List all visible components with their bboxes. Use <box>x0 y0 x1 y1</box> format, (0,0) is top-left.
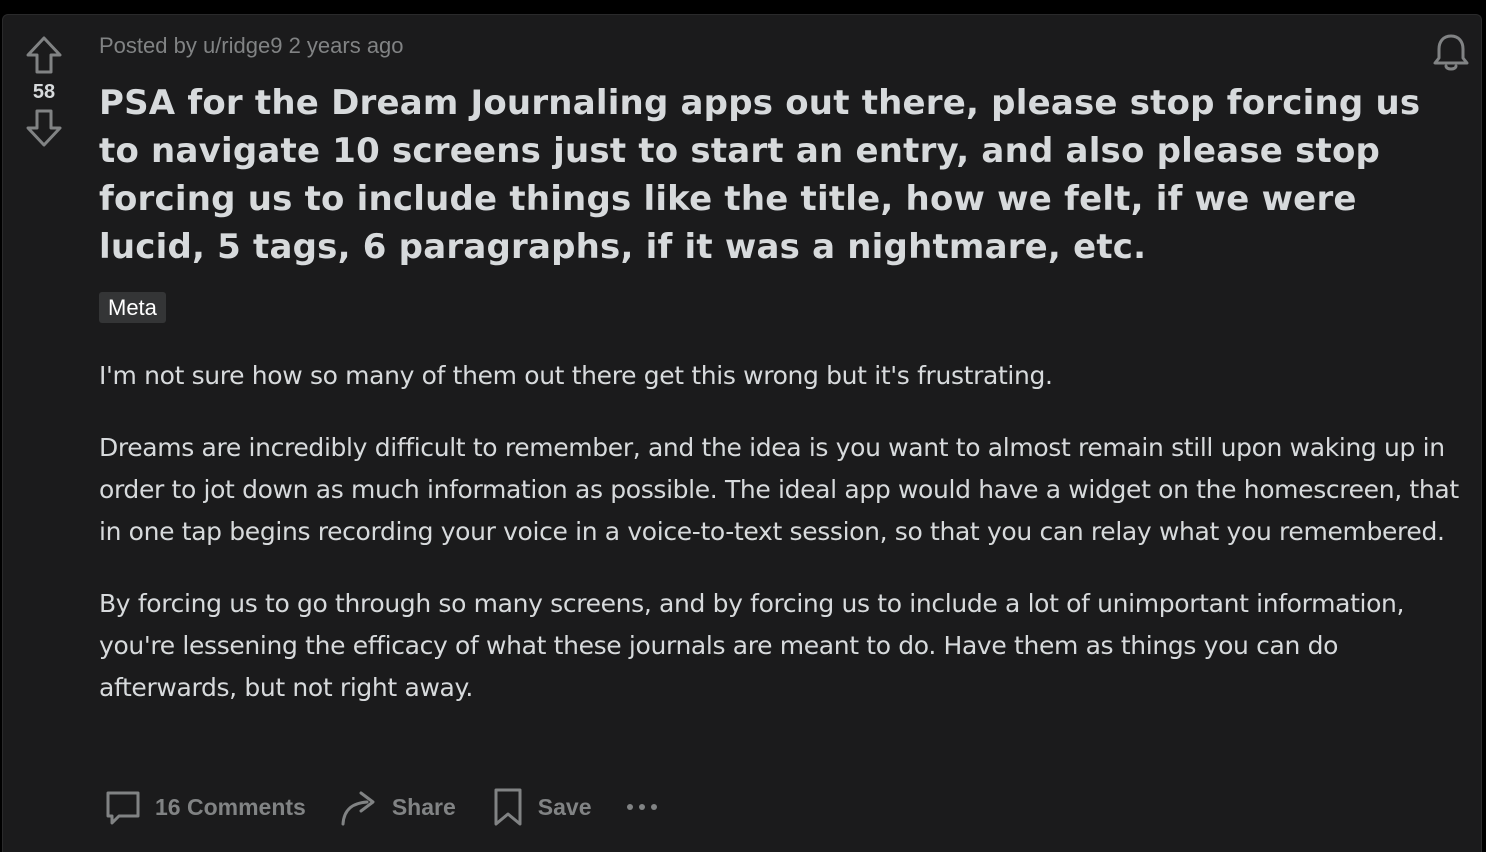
arrow-up-icon <box>26 36 62 74</box>
bookmark-icon <box>494 788 522 826</box>
body-paragraph: I'm not sure how so many of them out the… <box>99 361 1053 390</box>
ellipsis-icon <box>627 804 658 810</box>
notification-bell-button[interactable] <box>1429 31 1473 75</box>
vote-score: 58 <box>32 81 56 103</box>
vote-column: 58 <box>3 15 85 148</box>
share-arrow-icon <box>341 791 375 826</box>
bell-icon <box>1433 34 1469 71</box>
comments-label: 16 Comments <box>155 793 306 820</box>
upvote-button[interactable] <box>24 35 64 75</box>
save-button[interactable]: Save <box>484 783 598 831</box>
downvote-button[interactable] <box>24 108 64 148</box>
post-card: 58 Posted by u/ridge9 2 years ago PSA fo… <box>2 14 1482 852</box>
body-paragraph: Dreams are incredibly difficult to remem… <box>99 433 1459 546</box>
post-title[interactable]: PSA for the Dream Journaling apps out th… <box>99 79 1454 271</box>
post-action-bar: 16 Comments Share Save <box>97 783 665 831</box>
share-button[interactable]: Share <box>334 783 462 831</box>
post-flair[interactable]: Meta <box>99 292 166 323</box>
share-label: Share <box>391 793 456 820</box>
comments-button[interactable]: 16 Comments <box>97 783 312 831</box>
post-body: I'm not sure how so many of them out the… <box>99 355 1459 739</box>
post-meta: Posted by u/ridge9 2 years ago <box>99 33 404 58</box>
comment-bubble-icon <box>106 791 140 825</box>
save-label: Save <box>537 793 592 820</box>
more-options-button[interactable] <box>619 797 665 817</box>
arrow-down-icon <box>26 109 62 147</box>
body-paragraph: By forcing us to go through so many scre… <box>99 589 1405 702</box>
